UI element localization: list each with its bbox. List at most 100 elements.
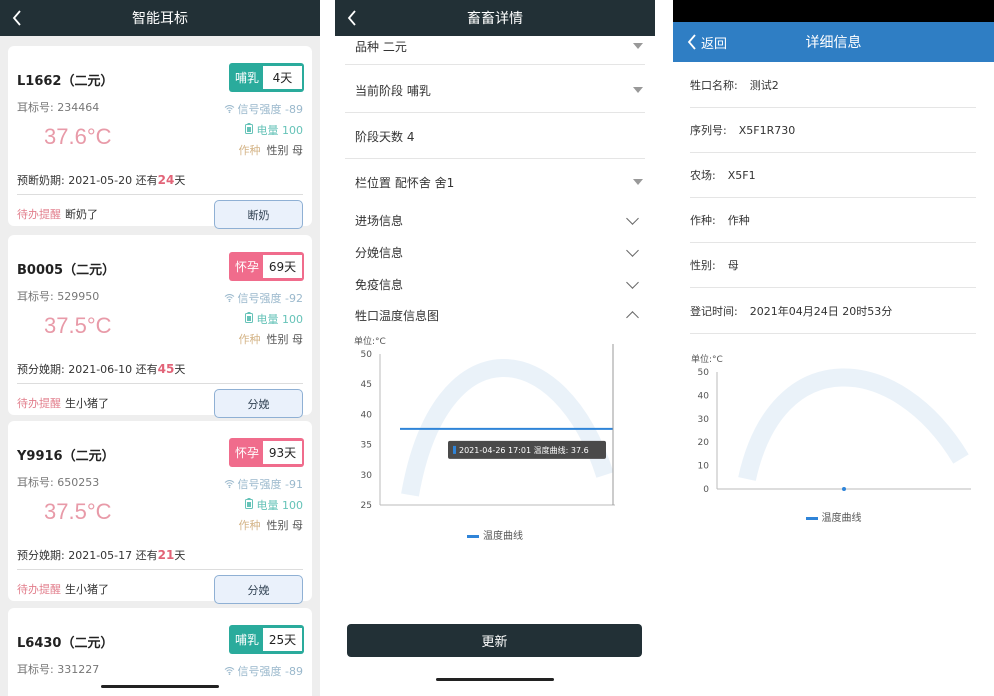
kind-sex: 作种 性别 母: [238, 519, 304, 532]
stage-select[interactable]: 当前阶段 哺乳: [355, 80, 643, 100]
info-row: 序列号: X5F1R730: [690, 108, 976, 153]
header: 智能耳标: [0, 0, 320, 36]
y-tick-label: 20: [698, 438, 710, 448]
ear-tag-card[interactable]: Y9916（二元） 耳标号: 650253 怀孕 93天 信号强度 -91 37.5°C 电…: [8, 421, 312, 604]
status-label: 哺乳: [234, 71, 259, 85]
section-label: 牲口温度信息图: [355, 308, 440, 323]
legend-label: 温度曲线: [821, 513, 862, 524]
battery-icon: [244, 498, 253, 509]
divider: [345, 112, 645, 113]
background-wave: [401, 359, 614, 497]
divider: [345, 158, 645, 159]
legend-label: 温度曲线: [483, 531, 523, 542]
field-value: X5F1: [727, 168, 756, 182]
section-label: 免疫信息: [355, 277, 404, 292]
signal-strength: 信号强度 -91: [224, 476, 303, 492]
kind-sex: 作种 性别 母: [238, 144, 304, 157]
ear-tag-number: 耳标号: 234464: [17, 101, 100, 114]
section-entry-info[interactable]: 进场信息: [355, 211, 643, 229]
y-tick-label: 45: [361, 380, 372, 390]
y-tick-label: 25: [361, 501, 372, 511]
pen-value: 栏位置 配怀舍 舍1: [355, 175, 455, 190]
update-button[interactable]: 更新: [347, 624, 642, 657]
battery-level: 电量 100: [244, 311, 303, 327]
y-tick-label: 50: [698, 368, 710, 378]
kind-sex: 作种 性别 母: [238, 333, 304, 346]
status-days: 25天: [263, 628, 302, 651]
todo-reminder: 待办提醒 生小猪了: [17, 397, 109, 410]
info-row: 农场: X5F1: [690, 153, 976, 198]
detail-info-screen: 返回 详细信息 牲口名称: 测试2 序列号: X5F1R730 农场: X5F1 作种: 作种…: [673, 0, 994, 696]
wifi-icon: [224, 294, 234, 302]
pen-select[interactable]: 栏位置 配怀舍 舍1: [355, 172, 643, 192]
ear-tag-card[interactable]: B0005（二元） 耳标号: 529950 怀孕 69天 信号强度 -92 37.5°C 电…: [8, 235, 312, 418]
background-wave: [738, 368, 969, 481]
breed-value: 品种 二元: [355, 39, 407, 54]
status-badge: 哺乳 25天: [229, 625, 304, 654]
body-temperature: 37.5°C: [44, 499, 112, 524]
ear-tag-card[interactable]: L1662（二元） 耳标号: 234464 哺乳 4天 信号强度 -89 37.6°C 电量…: [8, 46, 312, 229]
back-icon[interactable]: [347, 8, 363, 28]
section-label: 进场信息: [355, 213, 404, 228]
page-title: 智能耳标: [132, 11, 188, 27]
due-date: 预分娩期: 2021-06-10 还有45天: [17, 362, 186, 376]
back-icon[interactable]: [12, 8, 28, 28]
home-indicator: [101, 685, 219, 688]
field-value: X5F1R730: [738, 123, 796, 137]
field-label: 登记时间:: [690, 305, 738, 318]
series-point: [842, 487, 846, 491]
field-value: 测试2: [749, 79, 779, 92]
temperature-chart[interactable]: 单位:°C 50 45 40 35 30 25 2021-04-26 17:01 温度曲线: …: [335, 332, 655, 542]
section-immunity-info[interactable]: 免疫信息: [355, 275, 643, 293]
chart-legend: 温度曲线: [673, 509, 994, 524]
breed-select[interactable]: 品种 二元: [355, 38, 643, 54]
battery-icon: [244, 312, 253, 323]
stage-days-value: 阶段天数 4: [355, 129, 415, 144]
status-days: 69天: [263, 255, 302, 278]
battery-icon: [244, 123, 253, 134]
animal-id: Y9916（二元）: [17, 449, 115, 464]
section-label: 分娩信息: [355, 245, 404, 260]
ear-tag-number: 耳标号: 650253: [17, 476, 100, 489]
dropdown-icon: [633, 87, 643, 93]
ear-tag-number: 耳标号: 529950: [17, 290, 100, 303]
status-badge: 怀孕 93天: [229, 438, 304, 467]
temperature-chart[interactable]: 单位:°C 50 40 30 20 10 0: [673, 345, 994, 515]
legend-swatch: [467, 534, 479, 538]
page-title: 详细信息: [805, 35, 862, 51]
home-indicator: [436, 678, 554, 681]
wifi-icon: [224, 667, 234, 675]
info-row: 作种: 作种: [690, 198, 976, 243]
animal-id: B0005（二元）: [17, 263, 116, 278]
action-button[interactable]: 分娩: [214, 389, 303, 418]
field-label: 农场:: [690, 169, 716, 182]
info-row: 性别: 母: [690, 243, 976, 288]
stage-value: 当前阶段 哺乳: [355, 83, 431, 98]
body-temperature: 37.5°C: [44, 313, 112, 338]
battery-level: 电量 100: [244, 122, 303, 138]
action-button[interactable]: 分娩: [214, 575, 303, 604]
chevron-down-icon: [626, 243, 639, 257]
y-tick-label: 30: [698, 415, 710, 425]
chevron-down-icon: [626, 211, 639, 225]
field-value: 母: [727, 259, 739, 272]
status-days: 4天: [263, 66, 302, 89]
y-axis-unit: 单位:°C: [691, 353, 723, 365]
ear-tag-card[interactable]: L6430（二元） 耳标号: 331227 哺乳 25天 信号强度 -89: [8, 608, 312, 696]
todo-reminder: 待办提醒 断奶了: [17, 208, 98, 221]
due-date: 预断奶期: 2021-05-20 还有24天: [17, 173, 186, 187]
legend-swatch: [805, 516, 818, 520]
status-label: 怀孕: [234, 260, 259, 274]
chevron-left-icon: [687, 34, 696, 50]
stage-days-field[interactable]: 阶段天数 4: [355, 126, 643, 146]
field-value: 2021年04月24日 20时53分: [749, 305, 893, 318]
action-button[interactable]: 断奶: [214, 200, 303, 229]
status-label: 怀孕: [234, 446, 259, 460]
todo-reminder: 待办提醒 生小猪了: [17, 583, 109, 596]
signal-strength: 信号强度 -89: [224, 663, 303, 679]
section-temperature-chart[interactable]: 牲口温度信息图: [355, 306, 643, 324]
y-tick-label: 0: [703, 485, 709, 495]
info-row: 牲口名称: 测试2: [690, 63, 976, 108]
back-button[interactable]: 返回: [687, 22, 727, 62]
section-farrowing-info[interactable]: 分娩信息: [355, 243, 643, 261]
